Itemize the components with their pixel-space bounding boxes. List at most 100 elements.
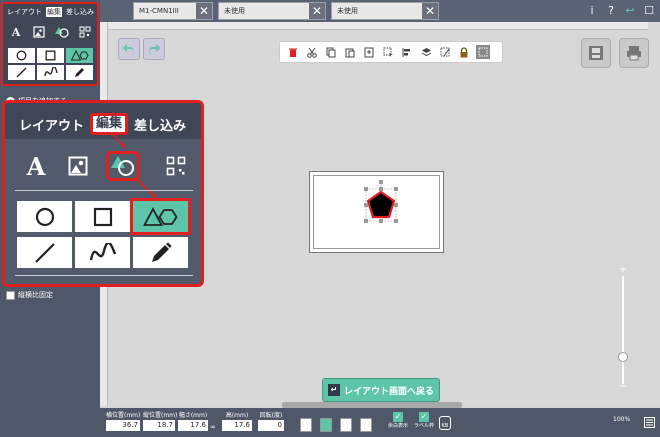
- fixed-ratio-row[interactable]: 縦横比固定: [6, 290, 53, 300]
- zoom-out-icon[interactable]: −: [618, 381, 628, 392]
- sidebar-shape-grid: [8, 48, 93, 80]
- callout-divider: [15, 190, 193, 191]
- x-position-field: 横位置(mm) 36.7: [106, 410, 140, 431]
- margin-display-checkbox[interactable]: ✓: [393, 412, 403, 422]
- info-icon[interactable]: i: [584, 3, 600, 19]
- label-frame-toggle[interactable]: ✓ ラベル枠: [413, 412, 435, 429]
- pencil-shape-button[interactable]: [133, 237, 188, 268]
- cut-icon[interactable]: [305, 45, 319, 59]
- delete-icon[interactable]: [286, 45, 300, 59]
- document-tab-label: 未使用: [224, 7, 245, 15]
- rotation-input[interactable]: 0: [258, 420, 284, 431]
- image-tool-icon[interactable]: [65, 153, 91, 179]
- edit-points-icon[interactable]: [438, 45, 452, 59]
- fixed-ratio-checkbox[interactable]: [6, 290, 15, 300]
- width-input[interactable]: 17.6: [178, 420, 208, 431]
- fixed-ratio-label: 縦横比固定: [18, 291, 53, 299]
- line-shape-button[interactable]: [17, 237, 72, 268]
- view-mode-3-button[interactable]: [340, 418, 352, 432]
- list-icon[interactable]: [644, 417, 655, 428]
- align-icon[interactable]: [400, 45, 414, 59]
- pencil-shape-button[interactable]: [66, 65, 93, 80]
- paste-icon[interactable]: [343, 45, 357, 59]
- selected-pentagon-shape[interactable]: [362, 180, 404, 232]
- sidebar-tool-panel: レイアウト 編集 差し込み A: [1, 2, 99, 86]
- height-label: 高(mm): [225, 412, 249, 419]
- rotation-label: 回転(度): [259, 412, 283, 419]
- sidebar-insert-icons: A: [9, 26, 92, 40]
- view-mode-2-button[interactable]: [320, 418, 332, 432]
- zoom-in-icon[interactable]: +: [618, 264, 628, 275]
- circle-shape-button[interactable]: [8, 48, 35, 63]
- margin-display-label: 余白表示: [387, 423, 408, 429]
- text-tool-icon[interactable]: A: [9, 26, 23, 40]
- circle-shape-button[interactable]: [17, 201, 72, 232]
- document-tab-2[interactable]: 未使用 ✕: [218, 2, 326, 20]
- tab-merge[interactable]: 差し込み: [66, 7, 94, 17]
- link-icon[interactable]: ∞: [210, 423, 216, 431]
- save-button[interactable]: [581, 38, 611, 68]
- document-tab-1[interactable]: M1-CMN1III ✕: [133, 2, 213, 20]
- document-tab-label: 未使用: [337, 7, 358, 15]
- y-position-input[interactable]: 18.7: [143, 420, 175, 431]
- image-tool-icon[interactable]: [32, 26, 46, 40]
- label-paper[interactable]: [309, 171, 444, 253]
- tab-edit[interactable]: 編集: [46, 7, 62, 17]
- undo-button[interactable]: [118, 38, 140, 60]
- redo-icon: [148, 44, 160, 55]
- square-shape-button[interactable]: [37, 48, 64, 63]
- line-shape-button[interactable]: [8, 65, 35, 80]
- close-icon[interactable]: ✕: [309, 3, 325, 19]
- layer-icon[interactable]: [419, 45, 433, 59]
- return-icon[interactable]: ↩: [622, 3, 638, 19]
- save-icon: [589, 46, 603, 60]
- square-shape-button[interactable]: [75, 201, 130, 232]
- group-icon[interactable]: [476, 45, 490, 59]
- kb-icon[interactable]: KB: [439, 416, 451, 430]
- curve-shape-button[interactable]: [37, 65, 64, 80]
- y-position-label: 縦位置(mm): [143, 412, 178, 419]
- text-tool-icon[interactable]: A: [23, 152, 49, 181]
- margin-display-toggle[interactable]: ✓ 余白表示: [387, 412, 409, 429]
- ruler-top: [100, 22, 648, 30]
- width-label: 幅さ(mm): [178, 412, 208, 419]
- exit-icon[interactable]: ☐: [641, 3, 657, 19]
- document-tab-3[interactable]: 未使用 ✕: [331, 2, 439, 20]
- lock-icon[interactable]: [457, 45, 471, 59]
- back-to-layout-button[interactable]: ↵ レイアウト画面へ戻る: [322, 378, 440, 402]
- select-icon[interactable]: [381, 45, 395, 59]
- height-field: 高(mm) 17.6: [222, 410, 252, 431]
- width-field: 幅さ(mm) 17.6: [178, 410, 208, 431]
- shape-tool-icon[interactable]: [55, 26, 69, 40]
- return-icon: ↵: [328, 384, 340, 396]
- polygon-shape-button[interactable]: [130, 198, 191, 235]
- print-button[interactable]: [619, 38, 649, 68]
- view-mode-4-button[interactable]: [360, 418, 372, 432]
- y-position-field: 縦位置(mm) 18.7: [143, 410, 178, 431]
- undo-icon: [123, 44, 135, 55]
- callout-arrows: [111, 132, 157, 199]
- label-frame-checkbox[interactable]: ✓: [419, 412, 429, 422]
- zoom-slider-track[interactable]: [622, 276, 624, 384]
- copy-icon[interactable]: [324, 45, 338, 59]
- close-icon[interactable]: ✕: [196, 3, 212, 19]
- view-mode-1-button[interactable]: [300, 418, 312, 432]
- callout-shape-grid: [17, 198, 191, 268]
- callout-tab-layout[interactable]: レイアウト: [19, 115, 84, 134]
- duplicate-icon[interactable]: [362, 45, 376, 59]
- tab-layout[interactable]: レイアウト: [7, 7, 42, 17]
- document-tab-label: M1-CMN1III: [139, 7, 179, 15]
- print-icon: [627, 46, 641, 61]
- curve-shape-button[interactable]: [75, 237, 130, 268]
- qrcode-tool-icon[interactable]: [78, 26, 92, 40]
- height-input[interactable]: 17.6: [222, 420, 252, 431]
- close-icon[interactable]: ✕: [422, 3, 438, 19]
- sidebar-tabs: レイアウト 編集 差し込み: [7, 7, 94, 17]
- x-position-input[interactable]: 36.7: [106, 420, 140, 431]
- redo-button[interactable]: [143, 38, 165, 60]
- zoom-slider-thumb[interactable]: [618, 352, 628, 362]
- polygon-shape-button[interactable]: [66, 48, 93, 63]
- help-icon[interactable]: ?: [603, 3, 619, 19]
- rotation-field: 回転(度) 0: [258, 410, 284, 431]
- x-position-label: 横位置(mm): [106, 412, 141, 419]
